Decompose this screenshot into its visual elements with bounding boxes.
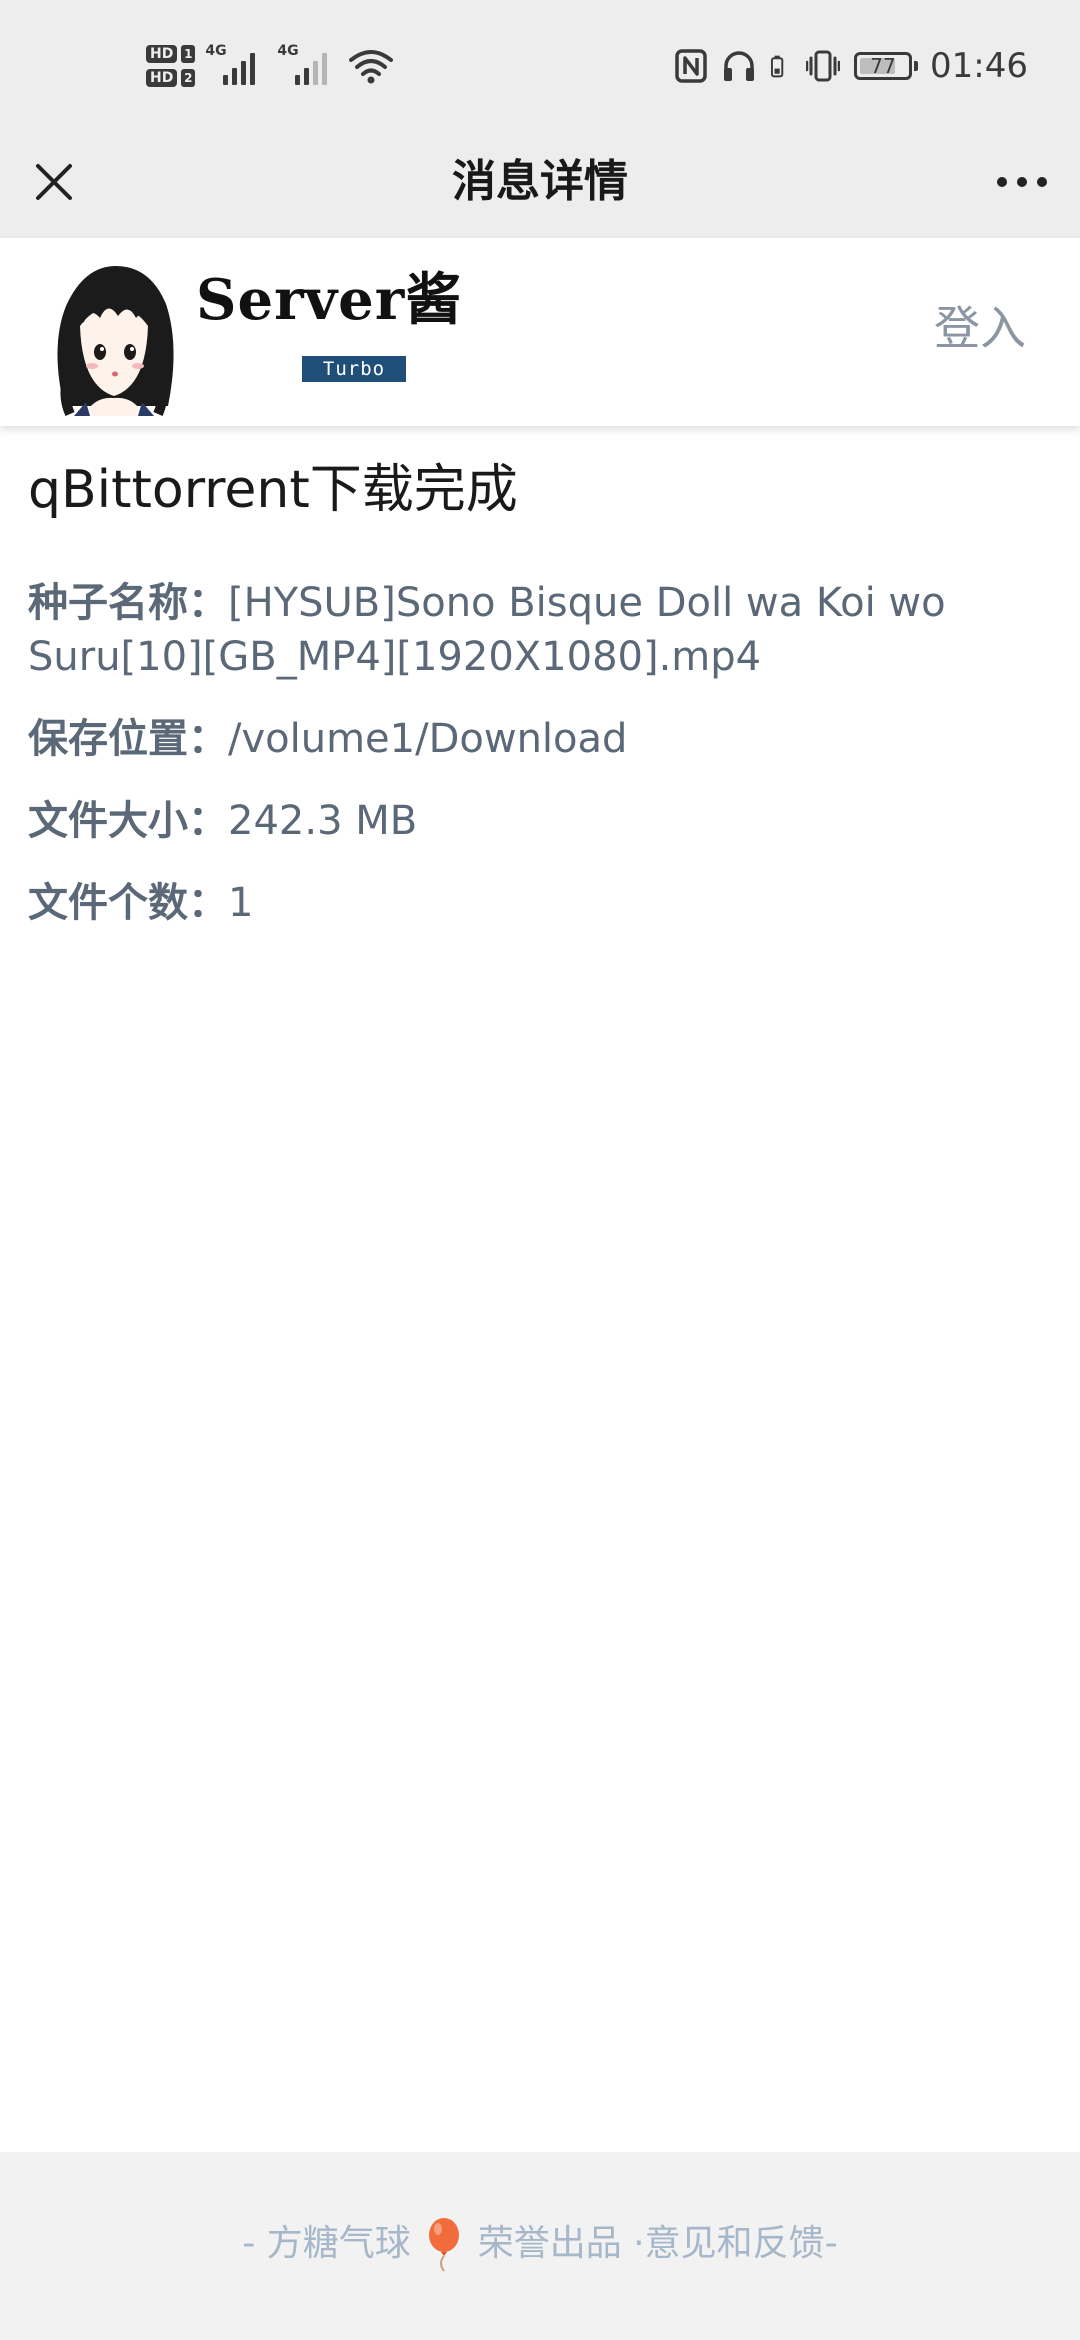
login-link[interactable]: 登入 (934, 296, 1026, 360)
field-label: 种子名称： (28, 580, 228, 626)
footer-honor: 荣誉出品 (477, 2223, 622, 2264)
sim-2-number: 2 (181, 69, 196, 87)
status-right: 77 01:46 (674, 36, 1028, 96)
hd-badge: HD (146, 69, 178, 87)
field-value: 242.3 MB (228, 798, 418, 844)
footer-separator: · (621, 2223, 645, 2264)
more-button[interactable] (986, 150, 1058, 214)
field-value: /volume1/Download (228, 716, 628, 762)
brand-header: Server酱 Turbo 登入 (0, 238, 1080, 426)
hd-row-2: HD 2 (146, 69, 196, 87)
footer-brand-link[interactable]: - 方糖气球 (242, 2223, 410, 2264)
balloon-icon (429, 2218, 460, 2272)
screen: HD 1 HD 2 4G 4G 77 01:46 消息详情 Server酱 Tu… (0, 0, 1080, 2340)
field-torrent-name: 种子名称：[HYSUB]Sono Bisque Doll wa Koi wo S… (28, 576, 1048, 684)
battery-saver-icon (770, 55, 784, 78)
nfc-icon (675, 49, 707, 83)
battery-icon: 77 (854, 52, 919, 80)
hd-indicators: HD 1 HD 2 (146, 45, 196, 87)
field-value: 1 (228, 880, 254, 926)
hd-badge: HD (146, 45, 178, 63)
footer: - 方糖气球 荣誉出品 ·意见和反馈- (0, 2152, 1080, 2340)
brand-badge: Turbo (302, 356, 406, 382)
field-label: 保存位置： (28, 716, 228, 762)
signal-icon: 4G (205, 43, 267, 89)
hd-row-1: HD 1 (146, 45, 196, 63)
footer-suffix: - (824, 2223, 838, 2264)
status-left: HD 1 HD 2 4G 4G (146, 34, 394, 98)
status-bar: HD 1 HD 2 4G 4G 77 01:46 (0, 0, 1080, 134)
signal-icon: 4G (277, 43, 339, 89)
wifi-icon (349, 50, 394, 84)
sim-1-number: 1 (181, 45, 196, 63)
status-time: 01:46 (930, 46, 1028, 86)
vibrate-icon (806, 50, 841, 82)
more-icon (997, 177, 1047, 187)
brand-name: Server酱 (196, 267, 463, 333)
field-save-location: 保存位置：/volume1/Download (28, 712, 1048, 766)
message-title: qBittorrent下载完成 (28, 460, 518, 520)
footer-credit: - 方糖气球 荣誉出品 ·意见和反馈- (0, 2212, 1080, 2276)
field-label: 文件大小： (28, 798, 228, 844)
page-title: 消息详情 (452, 156, 628, 207)
battery-percent: 77 (870, 54, 896, 78)
nav-bar: 消息详情 (0, 134, 1080, 238)
feedback-link[interactable]: 意见和反馈 (645, 2223, 825, 2264)
field-file-count: 文件个数：1 (28, 876, 1048, 930)
field-label: 文件个数： (28, 880, 228, 926)
headphones-icon (724, 51, 755, 81)
field-file-size: 文件大小：242.3 MB (28, 794, 1048, 848)
avatar (57, 266, 174, 416)
